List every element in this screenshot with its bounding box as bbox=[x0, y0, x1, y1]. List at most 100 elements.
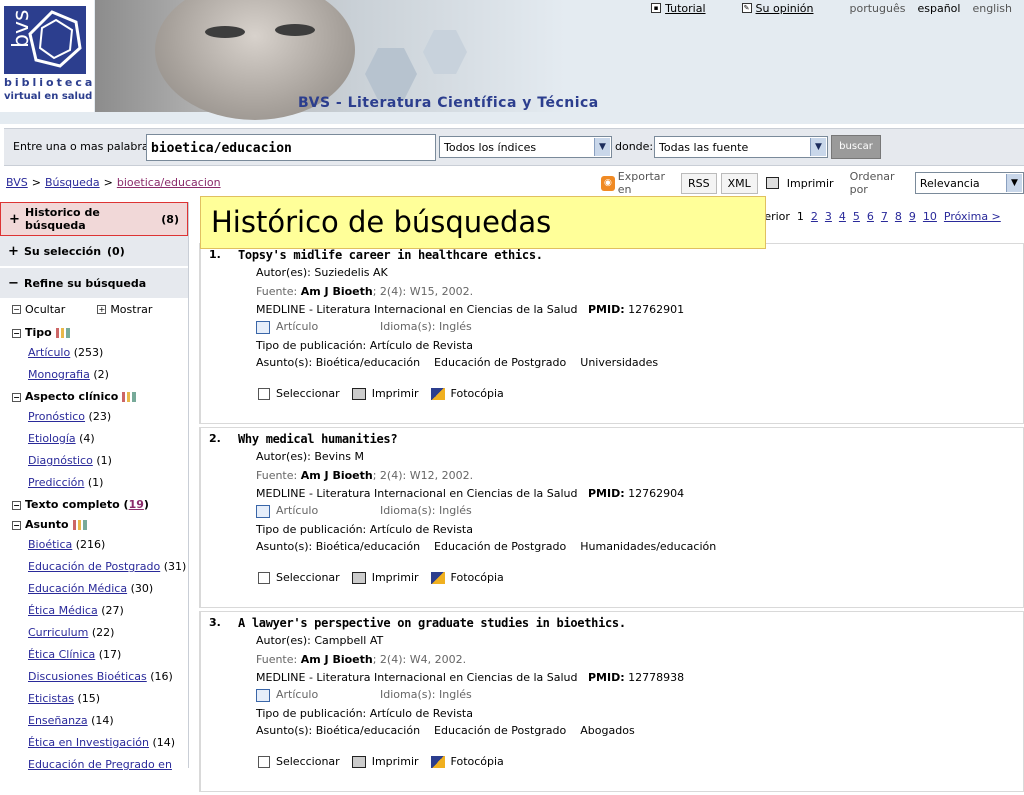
sidebar-seleccion[interactable]: + Su selección (0) bbox=[0, 236, 188, 268]
checkbox-icon[interactable] bbox=[258, 387, 270, 400]
print-button[interactable]: Imprimir bbox=[781, 174, 840, 193]
facet-item[interactable]: Diagnóstico (1) bbox=[12, 450, 188, 472]
facet-link[interactable]: Ética Clínica bbox=[28, 648, 95, 661]
breadcrumb-query[interactable]: bioetica/educacion bbox=[117, 176, 221, 189]
photocopy-button[interactable]: Fotocópia bbox=[430, 571, 504, 584]
bar-chart-icon[interactable] bbox=[72, 520, 87, 530]
facet-item[interactable]: Educación de Pregrado en bbox=[12, 754, 188, 776]
facet-link[interactable]: Educación de Pregrado en bbox=[28, 758, 172, 771]
photocopy-button[interactable]: Fotocópia bbox=[430, 387, 504, 400]
order-select[interactable]: Relevancia ▼ bbox=[914, 172, 1024, 194]
bvs-logo[interactable]: bvs biblioteca virtual en salud bbox=[0, 0, 94, 112]
facet-link[interactable]: Eticistas bbox=[28, 692, 74, 705]
search-button[interactable]: buscar bbox=[831, 135, 881, 159]
bar-chart-icon[interactable] bbox=[122, 392, 137, 402]
pager-page[interactable]: 7 bbox=[881, 210, 888, 223]
sidebar-historico[interactable]: + Historico de búsqueda (8) bbox=[0, 202, 188, 236]
facet-count-link[interactable]: 19 bbox=[129, 496, 144, 514]
search-input[interactable]: bioetica/educacion bbox=[146, 134, 436, 161]
lang-espanol[interactable]: español bbox=[917, 2, 960, 15]
opinion-link-text[interactable]: Su opinión bbox=[756, 2, 814, 15]
facet-item[interactable]: Etiología (4) bbox=[12, 428, 188, 450]
collapse-icon[interactable]: − bbox=[12, 520, 21, 530]
tutorial-link[interactable]: ▪ Tutorial bbox=[651, 2, 706, 15]
facet-link[interactable]: Educación Médica bbox=[28, 582, 127, 595]
pager-next[interactable]: Próxima > bbox=[944, 210, 1001, 223]
checkbox-icon[interactable] bbox=[258, 571, 270, 584]
facet-item[interactable]: Enseñanza (14) bbox=[12, 710, 188, 732]
facet-link[interactable]: Predicción bbox=[28, 476, 84, 489]
select-checkbox[interactable]: Seleccionar bbox=[258, 387, 340, 400]
opinion-link[interactable]: ✎ Su opinión bbox=[741, 2, 814, 15]
facet-aspecto-clinico[interactable]: − Aspecto clínico bbox=[12, 388, 188, 406]
articulo-link[interactable]: Artículo bbox=[276, 504, 380, 517]
document-icon[interactable] bbox=[256, 320, 270, 334]
document-icon[interactable] bbox=[256, 688, 270, 702]
facet-link[interactable]: Ética en Investigación bbox=[28, 736, 149, 749]
result-title[interactable]: Why medical humanities? bbox=[238, 432, 398, 446]
facet-item[interactable]: Pronóstico (23) bbox=[12, 406, 188, 428]
export-rss-button[interactable]: RSS bbox=[680, 172, 717, 194]
photocopy-button[interactable]: Fotocópia bbox=[430, 755, 504, 768]
facet-item[interactable]: Artículo (253) bbox=[12, 342, 188, 364]
facet-item[interactable]: Ética Médica (27) bbox=[12, 600, 188, 622]
pager-page[interactable]: 6 bbox=[867, 210, 874, 223]
facet-link[interactable]: Artículo bbox=[28, 346, 70, 359]
facet-item[interactable]: Ética en Investigación (14) bbox=[12, 732, 188, 754]
chevron-down-icon[interactable]: ▼ bbox=[810, 138, 826, 156]
pager-page[interactable]: 4 bbox=[839, 210, 846, 223]
facet-item[interactable]: Discusiones Bioéticas (16) bbox=[12, 666, 188, 688]
print-result-button[interactable]: Imprimir bbox=[351, 387, 419, 400]
facet-link[interactable]: Pronóstico bbox=[28, 410, 85, 423]
export-xml-button[interactable]: XML bbox=[720, 172, 758, 194]
articulo-link[interactable]: Artículo bbox=[276, 688, 380, 701]
collapse-icon[interactable]: − bbox=[12, 328, 21, 338]
chevron-down-icon[interactable]: ▼ bbox=[1005, 174, 1022, 192]
select-checkbox[interactable]: Seleccionar bbox=[258, 755, 340, 768]
checkbox-icon[interactable] bbox=[258, 755, 270, 768]
breadcrumb-busqueda[interactable]: Búsqueda bbox=[45, 176, 100, 189]
facet-link[interactable]: Enseñanza bbox=[28, 714, 88, 727]
sidebar-refine[interactable]: − Refine su búsqueda bbox=[0, 268, 188, 300]
facet-item[interactable]: Educación de Postgrado (31) bbox=[12, 556, 188, 578]
print-result-button[interactable]: Imprimir bbox=[351, 571, 419, 584]
print-result-button[interactable]: Imprimir bbox=[351, 755, 419, 768]
printer-icon[interactable] bbox=[765, 177, 779, 189]
pager-page[interactable]: 2 bbox=[811, 210, 818, 223]
pager-page[interactable]: 8 bbox=[895, 210, 902, 223]
chevron-down-icon[interactable]: ▼ bbox=[594, 138, 610, 156]
collapse-icon[interactable]: − bbox=[12, 392, 21, 402]
facet-asunto[interactable]: − Asunto bbox=[12, 516, 188, 534]
facet-link[interactable]: Discusiones Bioéticas bbox=[28, 670, 147, 683]
document-icon[interactable] bbox=[256, 504, 270, 518]
pager-page[interactable]: 9 bbox=[909, 210, 916, 223]
lang-english[interactable]: english bbox=[972, 2, 1012, 15]
ocultar-control[interactable]: − Ocultar bbox=[12, 303, 65, 316]
facet-link[interactable]: Ética Médica bbox=[28, 604, 98, 617]
pager-page[interactable]: 5 bbox=[853, 210, 860, 223]
facet-tipo[interactable]: − Tipo bbox=[12, 324, 188, 342]
facet-item[interactable]: Monografia (2) bbox=[12, 364, 188, 386]
breadcrumb-bvs[interactable]: BVS bbox=[6, 176, 28, 189]
index-select[interactable]: Todos los índices ▼ bbox=[439, 136, 612, 158]
articulo-link[interactable]: Artículo bbox=[276, 320, 380, 333]
facet-link[interactable]: Bioética bbox=[28, 538, 72, 551]
facet-link[interactable]: Diagnóstico bbox=[28, 454, 93, 467]
mostrar-control[interactable]: + Mostrar bbox=[97, 303, 152, 316]
facet-item[interactable]: Predicción (1) bbox=[12, 472, 188, 494]
result-title[interactable]: A lawyer's perspective on graduate studi… bbox=[238, 616, 626, 630]
select-checkbox[interactable]: Seleccionar bbox=[258, 571, 340, 584]
pager-page[interactable]: 3 bbox=[825, 210, 832, 223]
bar-chart-icon[interactable] bbox=[55, 328, 70, 338]
facet-texto-completo[interactable]: − Texto completo (19) bbox=[12, 496, 188, 514]
pager-page[interactable]: 10 bbox=[923, 210, 937, 223]
facet-link[interactable]: Etiología bbox=[28, 432, 76, 445]
collapse-icon[interactable]: − bbox=[12, 500, 21, 510]
facet-item[interactable]: Curriculum (22) bbox=[12, 622, 188, 644]
facet-item[interactable]: Eticistas (15) bbox=[12, 688, 188, 710]
source-select[interactable]: Todas las fuente ▼ bbox=[654, 136, 828, 158]
facet-link[interactable]: Educación de Postgrado bbox=[28, 560, 160, 573]
facet-link[interactable]: Curriculum bbox=[28, 626, 88, 639]
facet-item[interactable]: Bioética (216) bbox=[12, 534, 188, 556]
facet-item[interactable]: Educación Médica (30) bbox=[12, 578, 188, 600]
